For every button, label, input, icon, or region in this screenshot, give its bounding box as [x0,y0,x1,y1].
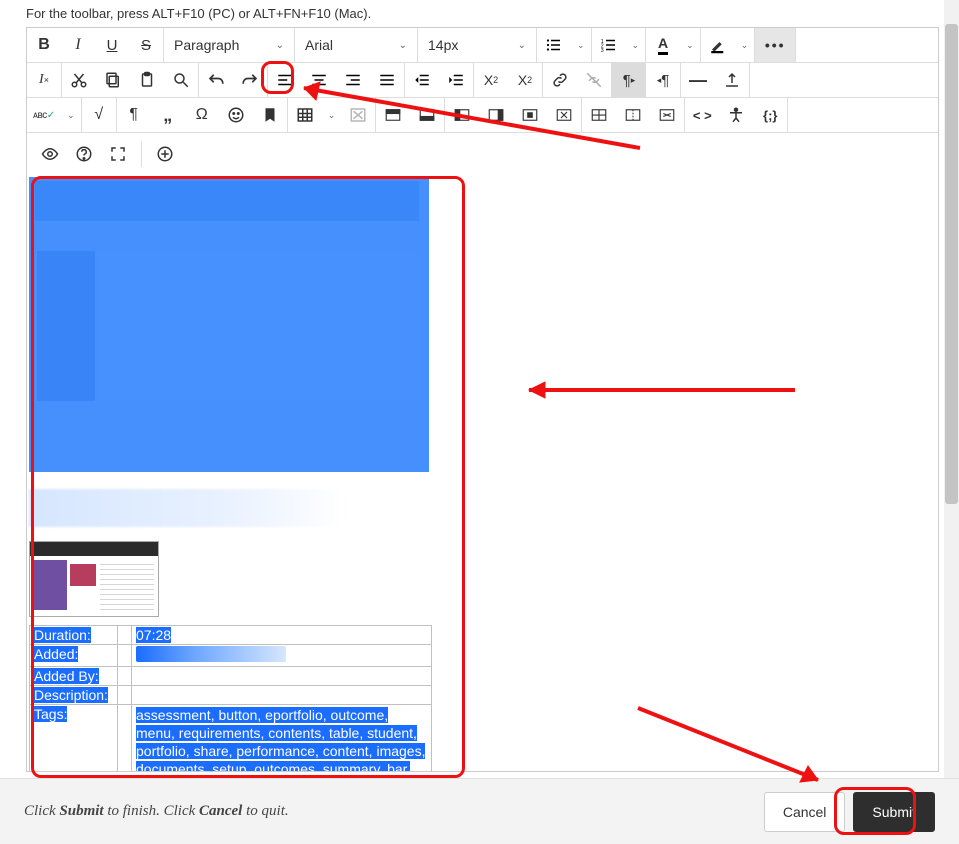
toolbar-row-2: I× X2 X2 ¶▸ [27,63,938,98]
align-right-button[interactable] [336,63,370,97]
toolbar-row-4 [27,133,938,175]
table-col-after-button[interactable] [479,98,513,132]
redo-button[interactable] [233,63,267,97]
cancel-button[interactable]: Cancel [764,792,846,832]
rtl-direction-button[interactable]: ◂¶ [646,63,680,97]
equation-button[interactable]: √ [82,98,116,132]
copy-button[interactable] [96,63,130,97]
ltr-direction-button[interactable]: ¶▸ [612,63,646,97]
tags-label: Tags: [34,706,67,722]
fullscreen-button[interactable] [101,137,135,171]
table-row: Added: [30,645,432,667]
table-delete-row-button[interactable] [650,98,684,132]
submit-button[interactable]: Submit [853,792,935,832]
cut-button[interactable] [62,63,96,97]
anchor-button[interactable] [253,98,287,132]
table-col-before-button[interactable] [445,98,479,132]
tags-value: assessment, button, eportfolio, outcome,… [136,707,425,771]
underline-button[interactable]: U [95,28,129,62]
more-tools-button[interactable]: ••• [755,28,795,62]
spellcheck-menu[interactable]: ⌄ [61,98,81,132]
scrollbar-thumb[interactable] [945,24,958,504]
paragraph-style-select[interactable]: Paragraph⌄ [164,28,294,62]
table-row: Added By: [30,667,432,686]
description-label: Description: [34,687,108,703]
toolbar-hint: For the toolbar, press ALT+F10 (PC) or A… [0,0,959,27]
align-justify-button[interactable] [370,63,404,97]
font-family-select[interactable]: Arial⌄ [295,28,417,62]
toolbar-row-3: ᴀʙᴄ✓ ⌄ √ ¶ „ Ω ⌄ [27,98,938,133]
bullet-list-button[interactable] [537,28,571,62]
text-color-button[interactable]: A [646,28,680,62]
outdent-button[interactable] [405,63,439,97]
table-row: Description: [30,686,432,705]
submit-bar: Click Submit to finish. Click Cancel to … [0,778,959,844]
submit-instructions: Click Submit to finish. Click Cancel to … [24,803,289,820]
subscript-button[interactable]: X2 [508,63,542,97]
remove-link-button[interactable] [577,63,611,97]
addedby-label: Added By: [34,668,99,684]
table-row-before-button[interactable] [376,98,410,132]
show-blocks-button[interactable]: ¶ [117,98,151,132]
svg-text:3: 3 [600,48,603,54]
highlight-color-menu[interactable]: ⌄ [735,28,755,62]
insert-link-button[interactable] [543,63,577,97]
special-char-button[interactable]: Ω [185,98,219,132]
added-value-redacted [136,646,286,662]
code-sample-button[interactable]: {;} [753,98,787,132]
table-row: Duration: 07:28 [30,626,432,645]
align-center-button[interactable] [302,63,336,97]
superscript-button[interactable]: X2 [474,63,508,97]
bold-button[interactable]: B [27,28,61,62]
align-left-button[interactable] [268,63,302,97]
code-view-button[interactable]: < > [685,98,719,132]
delete-table-button[interactable] [341,98,375,132]
clear-formatting-button[interactable]: I× [27,63,61,97]
added-label: Added: [34,646,78,662]
table-cell-props-button[interactable] [582,98,616,132]
blockquote-button[interactable]: „ [151,98,185,132]
table-menu[interactable]: ⌄ [322,98,342,132]
embedded-video-thumbnail[interactable] [29,541,159,617]
table-row: Tags: assessment, button, eportfolio, ou… [30,705,432,772]
toolbar-row-1: B I U S Paragraph⌄ Arial⌄ 14px⌄ ⌄ 123 ⌄ … [27,28,938,63]
bullet-list-menu[interactable]: ⌄ [571,28,591,62]
paste-button[interactable] [130,63,164,97]
table-row-after-button[interactable] [410,98,444,132]
page-scrollbar[interactable]: ▾ [944,0,959,844]
highlight-color-button[interactable] [701,28,735,62]
spellcheck-button[interactable]: ᴀʙᴄ✓ [27,98,61,132]
preview-button[interactable] [33,137,67,171]
italic-button[interactable]: I [61,28,95,62]
table-split-cell-button[interactable] [616,98,650,132]
accessibility-button[interactable] [719,98,753,132]
font-size-select[interactable]: 14px⌄ [418,28,536,62]
duration-value: 07:28 [136,627,171,643]
selection-highlight [29,177,429,472]
find-button[interactable] [164,63,198,97]
number-list-menu[interactable]: ⌄ [626,28,646,62]
editor-content-area[interactable]: Duration: 07:28 Added: Added By: Descrip… [27,175,938,771]
rich-text-editor: B I U S Paragraph⌄ Arial⌄ 14px⌄ ⌄ 123 ⌄ … [26,27,939,772]
help-button[interactable] [67,137,101,171]
duration-label: Duration: [34,627,91,643]
metadata-table: Duration: 07:28 Added: Added By: Descrip… [29,625,432,771]
add-content-button[interactable] [148,137,182,171]
undo-button[interactable] [199,63,233,97]
horizontal-rule-button[interactable]: — [681,63,715,97]
table-merge-cells-button[interactable] [513,98,547,132]
table-delete-col-button[interactable] [547,98,581,132]
text-color-menu[interactable]: ⌄ [680,28,700,62]
insert-file-button[interactable] [715,63,749,97]
emoji-button[interactable] [219,98,253,132]
insert-table-button[interactable] [288,98,322,132]
strikethrough-button[interactable]: S [129,28,163,62]
indent-button[interactable] [439,63,473,97]
redacted-text-1 [29,489,347,527]
number-list-button[interactable]: 123 [592,28,626,62]
